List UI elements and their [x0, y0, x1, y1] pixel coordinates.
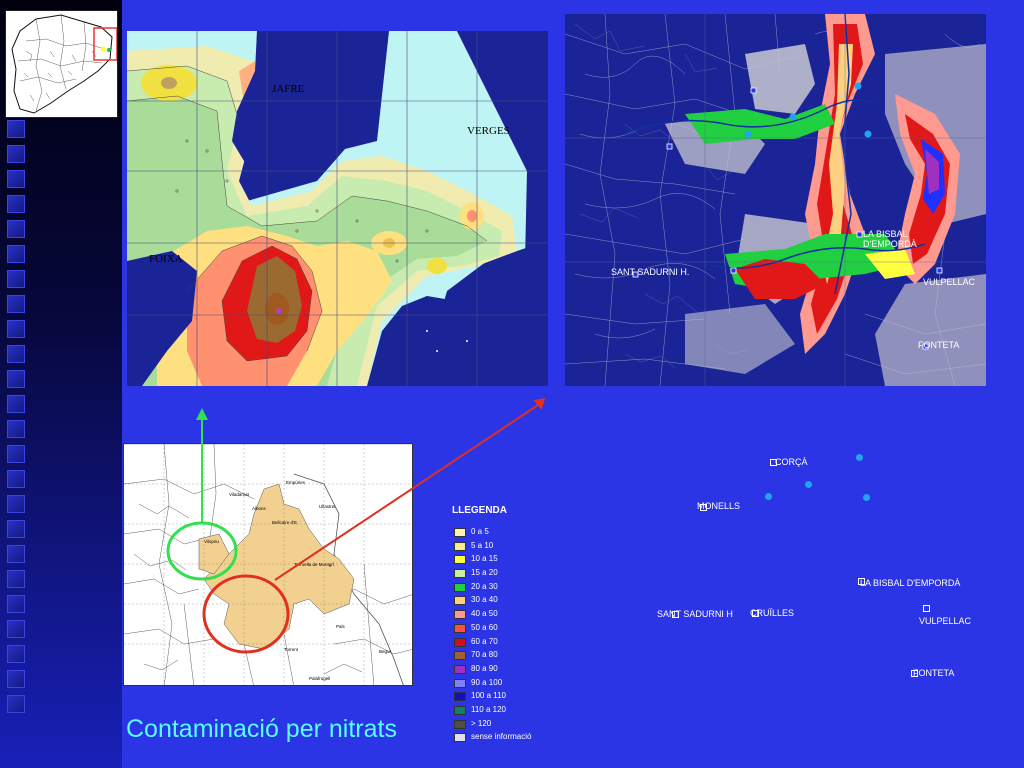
legend-row: 20 a 30	[454, 582, 574, 596]
legend: 0 a 5 5 a 10 10 a 15 15 a 20 20 a 30 30 a 40 4…	[454, 527, 574, 746]
legend-row: 40 a 50	[454, 609, 574, 623]
legend-swatch	[454, 637, 466, 647]
well-point	[856, 454, 863, 461]
legend-label: 20 a 30	[471, 581, 498, 591]
red-highlight-circle	[202, 574, 290, 654]
legend-swatch	[454, 651, 466, 661]
town-label-la-bisbal: LA BISBAL D'EMPORDÀ	[860, 578, 961, 588]
legend-label: 10 a 15	[471, 554, 498, 564]
well-point	[765, 493, 772, 500]
red-arrow-head	[533, 398, 546, 410]
legend-row: 0 a 5	[454, 527, 574, 541]
legend-row: 30 a 40	[454, 595, 574, 609]
legend-swatch	[454, 692, 466, 702]
legend-swatch	[454, 719, 466, 729]
town-label-corca: CORÇÀ	[775, 457, 808, 467]
legend-label: 100 a 110	[471, 691, 506, 701]
legend-label: 90 a 100	[471, 677, 503, 687]
legend-label: 80 a 90	[471, 663, 498, 673]
legend-swatch	[454, 678, 466, 688]
legend-swatch	[454, 528, 466, 537]
legend-label: 50 a 60	[471, 622, 498, 632]
legend-label: 15 a 20	[471, 568, 498, 578]
legend-row: 10 a 15	[454, 554, 574, 568]
legend-row: 5 a 10	[454, 541, 574, 555]
legend-swatch	[454, 596, 466, 606]
green-highlight-circle	[166, 521, 238, 581]
legend-label: sense informació	[471, 732, 532, 742]
slide-title: Contaminació per nitrats	[126, 715, 397, 743]
legend-label: 60 a 70	[471, 636, 498, 646]
legend-row: 100 a 110	[454, 691, 574, 705]
legend-label: 110 a 120	[471, 704, 506, 714]
town-marker	[923, 605, 930, 612]
legend-swatch	[454, 623, 466, 633]
legend-row: sense informació	[454, 732, 574, 746]
legend-swatch	[454, 664, 466, 674]
town-label-vulpellac: VULPELLAC	[919, 616, 972, 626]
legend-label: 5 a 10	[471, 540, 494, 550]
legend-label: 0 a 5	[471, 527, 489, 536]
town-label-cruilles: CRUÏLLES	[750, 608, 795, 618]
town-label-sant-sadurni: SANT SADURNI H	[657, 609, 733, 619]
legend-swatch	[454, 582, 466, 592]
legend-row: 60 a 70	[454, 637, 574, 651]
legend-title: LLEGENDA	[452, 505, 507, 516]
well-point	[863, 494, 870, 501]
well-point	[805, 481, 812, 488]
legend-row: 70 a 80	[454, 650, 574, 664]
legend-row: 90 a 100	[454, 678, 574, 692]
legend-row: 50 a 60	[454, 623, 574, 637]
legend-label: 70 a 80	[471, 650, 498, 660]
legend-row: 80 a 90	[454, 664, 574, 678]
town-label-monells: MONELLS	[697, 501, 741, 511]
legend-swatch	[454, 610, 466, 620]
legend-label: 30 a 40	[471, 595, 498, 605]
legend-row: > 120	[454, 719, 574, 733]
legend-row: 110 a 120	[454, 705, 574, 719]
legend-label: 40 a 50	[471, 609, 498, 619]
legend-swatch	[454, 541, 466, 551]
legend-swatch	[454, 555, 466, 565]
legend-label: > 120	[471, 718, 492, 728]
green-arrow-head	[196, 408, 208, 420]
legend-swatch	[454, 705, 466, 715]
legend-swatch	[454, 569, 466, 579]
town-label-fonteta: FONTETA	[913, 668, 955, 678]
legend-swatch	[454, 733, 466, 743]
legend-row: 15 a 20	[454, 568, 574, 582]
